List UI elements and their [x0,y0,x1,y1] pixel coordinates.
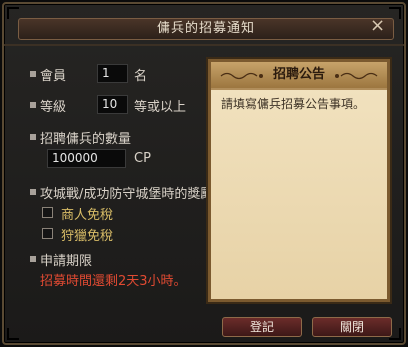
notice-textarea[interactable]: 請填寫傭兵招募公告事項。 [221,95,381,112]
hunting-tax-checkbox[interactable] [42,228,53,239]
recruit-count-unit: CP [134,151,151,166]
corner-ornament [389,7,401,19]
bullet-square-icon [30,256,36,262]
bullet-square-icon [30,102,36,108]
notice-board: 招聘公告 請填寫傭兵招募公告事項。 [206,57,392,304]
members-unit: 名 [134,69,148,84]
members-label: 會員 [40,69,67,84]
level-input[interactable]: 10 [97,95,128,114]
members-input[interactable]: 1 [97,64,128,83]
bullet-square-icon [30,71,36,77]
notice-header: 招聘公告 [211,62,387,90]
notice-title: 招聘公告 [272,67,325,82]
corner-ornament [7,7,19,19]
bullet-square-icon [30,189,36,195]
level-unit: 等或以上 [134,100,187,115]
register-button[interactable]: 登記 [222,317,302,337]
corner-ornament [389,328,401,340]
title-bar: 傭兵的招募通知 × [18,17,394,40]
level-label: 等級 [40,100,67,115]
bullet-square-icon [30,134,36,140]
hunting-tax-label: 狩獵免稅 [61,229,114,244]
merchant-tax-label: 商人免稅 [61,208,114,223]
period-label: 申請期限 [40,254,93,269]
mercenary-recruit-window: 傭兵的招募通知 × 會員 1 名 等級 10 等或以上 招聘傭兵的數量 1000… [2,2,406,345]
reward-label: 攻城戰/成功防守城堡時的獎勵 [40,187,214,202]
close-icon[interactable]: × [369,17,387,35]
vine-ornament-icon [220,72,263,80]
vine-ornament-icon [335,72,378,80]
merchant-tax-checkbox[interactable] [42,207,53,218]
remaining-time-text: 招募時間還剩2天3小時。 [40,274,187,289]
title-divider [4,44,404,46]
recruit-count-label: 招聘傭兵的數量 [40,132,132,147]
close-button[interactable]: 關閉 [312,317,392,337]
window-title: 傭兵的招募通知 [156,21,255,36]
corner-ornament [7,328,19,340]
recruit-count-input[interactable]: 100000 [47,149,126,168]
